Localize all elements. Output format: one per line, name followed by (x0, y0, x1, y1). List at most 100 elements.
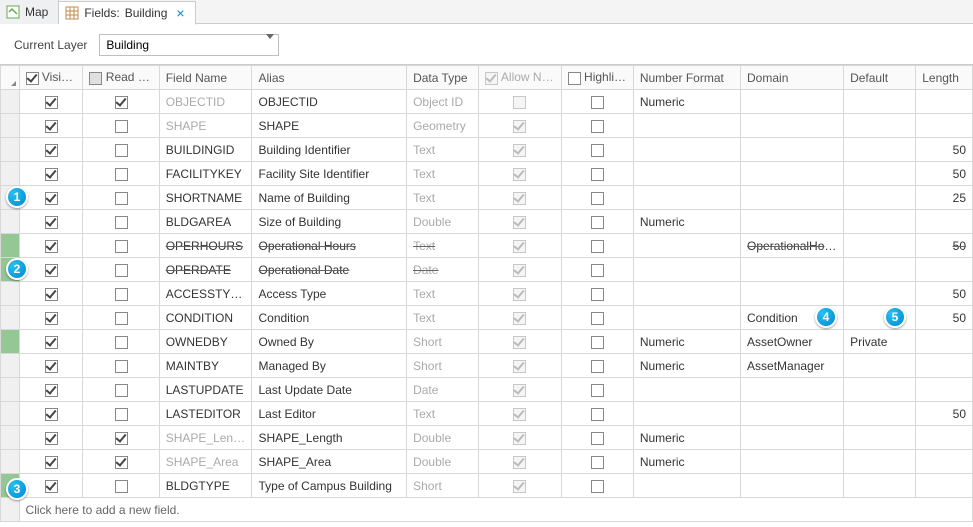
cell-visible[interactable] (19, 138, 83, 162)
cell-readonly[interactable] (83, 114, 159, 138)
col-alias[interactable]: Alias (252, 66, 407, 90)
col-default[interactable]: Default (844, 66, 916, 90)
row-header[interactable] (1, 450, 20, 474)
cell-default[interactable] (844, 258, 916, 282)
cell-domain[interactable] (741, 210, 844, 234)
cell-visible[interactable] (19, 354, 83, 378)
cell-length[interactable] (916, 258, 973, 282)
cell-highlight[interactable] (561, 258, 633, 282)
row-header[interactable] (1, 306, 20, 330)
row-header[interactable] (1, 282, 20, 306)
current-layer-value[interactable] (100, 35, 278, 55)
cell-numberformat[interactable] (633, 138, 740, 162)
cell-numberformat[interactable]: Numeric (633, 90, 740, 114)
row-header[interactable] (1, 138, 20, 162)
cell-domain[interactable] (741, 90, 844, 114)
cell-readonly[interactable] (83, 162, 159, 186)
cell-default[interactable] (844, 282, 916, 306)
cell-fieldname[interactable]: OBJECTID (159, 90, 252, 114)
cell-visible[interactable] (19, 378, 83, 402)
cell-default[interactable] (844, 402, 916, 426)
cell-domain[interactable] (741, 138, 844, 162)
cell-highlight[interactable] (561, 306, 633, 330)
cell-allownull[interactable] (479, 402, 561, 426)
cell-default[interactable] (844, 234, 916, 258)
cell-numberformat[interactable]: Numeric (633, 354, 740, 378)
cell-default[interactable] (844, 114, 916, 138)
cell-domain[interactable]: AssetManager (741, 354, 844, 378)
cell-length[interactable]: 50 (916, 138, 973, 162)
cell-alias[interactable]: Building Identifier (252, 138, 407, 162)
cell-fieldname[interactable]: LASTEDITOR (159, 402, 252, 426)
chevron-down-icon[interactable] (266, 39, 274, 53)
cell-domain[interactable] (741, 450, 844, 474)
cell-numberformat[interactable]: Numeric (633, 450, 740, 474)
cell-datatype[interactable]: Text (407, 186, 479, 210)
cell-domain[interactable] (741, 162, 844, 186)
col-allownull[interactable]: Allow NULL (479, 66, 561, 90)
cell-highlight[interactable] (561, 402, 633, 426)
cell-numberformat[interactable]: Numeric (633, 426, 740, 450)
cell-fieldname[interactable]: BLDGTYPE (159, 474, 252, 498)
cell-numberformat[interactable] (633, 474, 740, 498)
cell-datatype[interactable]: Double (407, 210, 479, 234)
cell-alias[interactable]: Last Update Date (252, 378, 407, 402)
cell-numberformat[interactable] (633, 162, 740, 186)
cell-numberformat[interactable] (633, 186, 740, 210)
row-header[interactable] (1, 162, 20, 186)
cell-fieldname[interactable]: MAINTBY (159, 354, 252, 378)
cell-highlight[interactable] (561, 234, 633, 258)
cell-fieldname[interactable]: OPERHOURS (159, 234, 252, 258)
cell-readonly[interactable] (83, 378, 159, 402)
cell-length[interactable] (916, 330, 973, 354)
col-datatype[interactable]: Data Type (407, 66, 479, 90)
cell-visible[interactable] (19, 402, 83, 426)
col-visible[interactable]: Visible (19, 66, 83, 90)
cell-length[interactable] (916, 450, 973, 474)
cell-visible[interactable] (19, 426, 83, 450)
cell-numberformat[interactable] (633, 402, 740, 426)
cell-default[interactable] (844, 450, 916, 474)
cell-default[interactable] (844, 378, 916, 402)
table-row[interactable]: BUILDINGIDBuilding IdentifierText50 (1, 138, 973, 162)
cell-readonly[interactable] (83, 186, 159, 210)
cell-alias[interactable]: Type of Campus Building (252, 474, 407, 498)
cell-numberformat[interactable] (633, 258, 740, 282)
cell-alias[interactable]: Last Editor (252, 402, 407, 426)
table-row[interactable]: OPERHOURSOperational HoursTextOperationa… (1, 234, 973, 258)
cell-readonly[interactable] (83, 306, 159, 330)
cell-highlight[interactable] (561, 114, 633, 138)
cell-visible[interactable] (19, 474, 83, 498)
cell-datatype[interactable]: Text (407, 402, 479, 426)
cell-numberformat[interactable]: Numeric (633, 210, 740, 234)
cell-readonly[interactable] (83, 354, 159, 378)
cell-fieldname[interactable]: SHAPE_Length (159, 426, 252, 450)
cell-domain[interactable]: OperationalHours (741, 234, 844, 258)
cell-datatype[interactable]: Text (407, 282, 479, 306)
cell-readonly[interactable] (83, 234, 159, 258)
cell-alias[interactable]: OBJECTID (252, 90, 407, 114)
cell-datatype[interactable]: Text (407, 306, 479, 330)
col-numberformat[interactable]: Number Format (633, 66, 740, 90)
cell-readonly[interactable] (83, 402, 159, 426)
cell-alias[interactable]: SHAPE_Length (252, 426, 407, 450)
cell-default[interactable] (844, 186, 916, 210)
table-row[interactable]: SHAPESHAPEGeometry (1, 114, 973, 138)
cell-datatype[interactable]: Double (407, 426, 479, 450)
table-row[interactable]: OPERDATEOperational DateDate (1, 258, 973, 282)
cell-highlight[interactable] (561, 138, 633, 162)
cell-alias[interactable]: Operational Hours (252, 234, 407, 258)
cell-datatype[interactable]: Double (407, 450, 479, 474)
cell-domain[interactable] (741, 282, 844, 306)
cell-readonly[interactable] (83, 90, 159, 114)
cell-visible[interactable] (19, 114, 83, 138)
col-length[interactable]: Length (916, 66, 973, 90)
cell-domain[interactable] (741, 378, 844, 402)
cell-datatype[interactable]: Short (407, 354, 479, 378)
cell-domain[interactable] (741, 258, 844, 282)
cell-default[interactable]: Private (844, 330, 916, 354)
cell-numberformat[interactable] (633, 306, 740, 330)
cell-numberformat[interactable] (633, 114, 740, 138)
cell-readonly[interactable] (83, 330, 159, 354)
cell-length[interactable]: 50 (916, 306, 973, 330)
